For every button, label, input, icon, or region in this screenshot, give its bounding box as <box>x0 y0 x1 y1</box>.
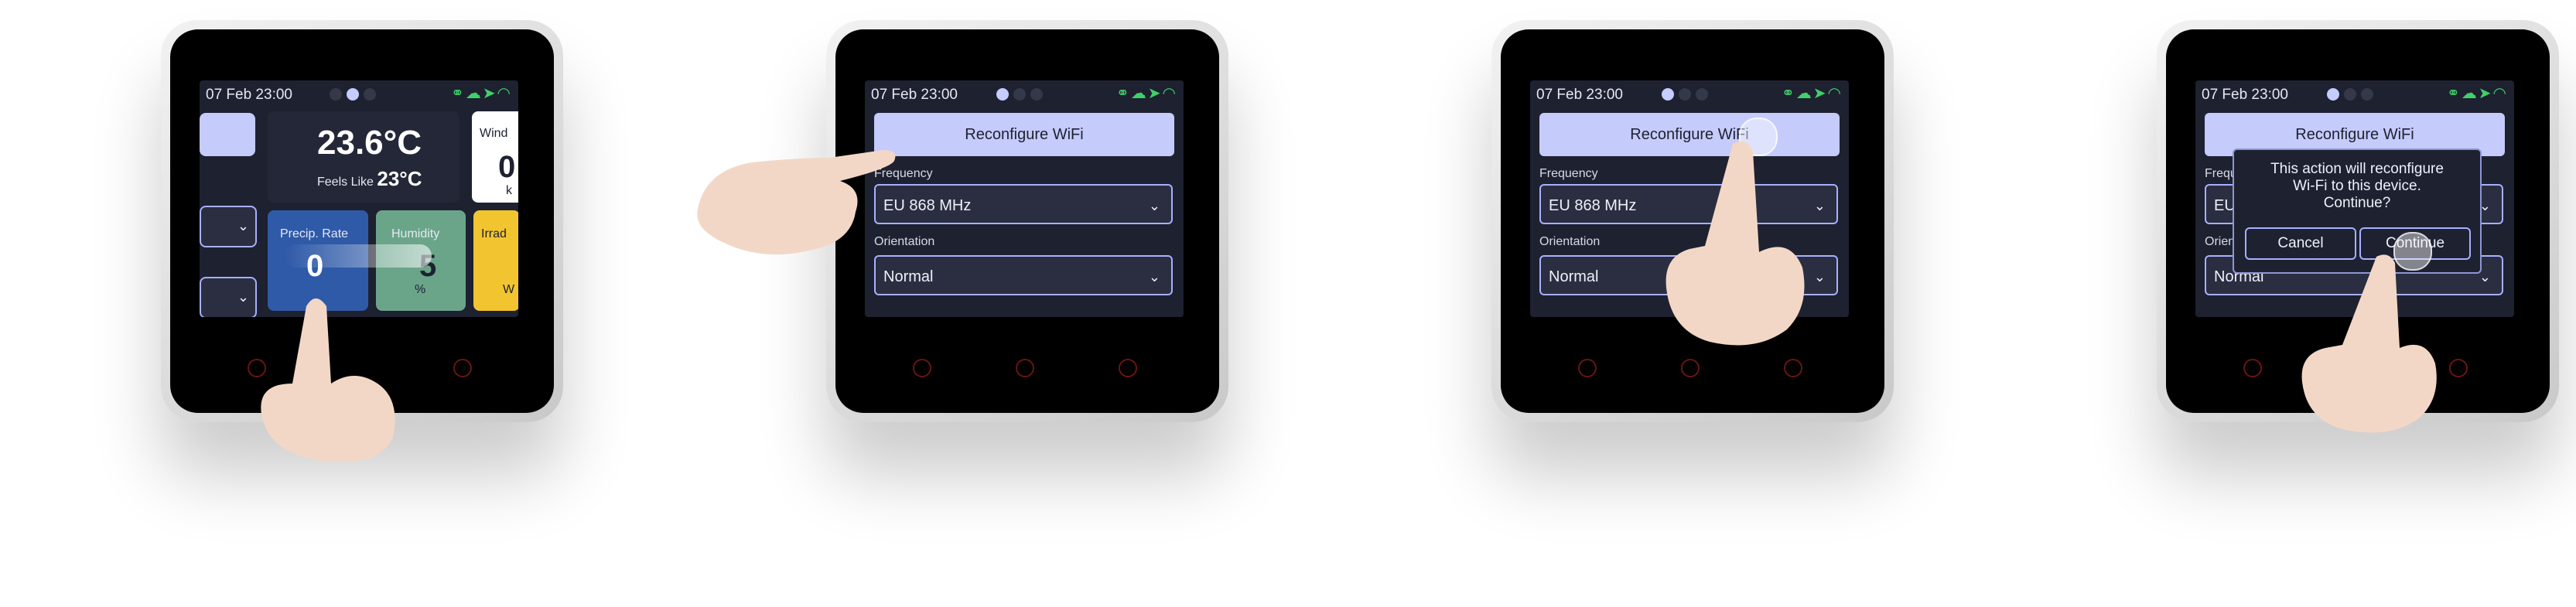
frequency-label: Frequency <box>1539 167 1598 180</box>
partial-select[interactable]: ⌄ <box>200 206 257 247</box>
page-dot[interactable] <box>1013 88 1026 101</box>
irradiance-unit: W <box>503 283 515 296</box>
page-dot[interactable] <box>330 88 342 101</box>
orientation-label: Orientation <box>1539 235 1601 248</box>
wifi-icon: ◠ <box>1162 85 1177 102</box>
feels-like-value: 23°C <box>377 167 422 190</box>
partial-button[interactable] <box>200 113 255 156</box>
cloud-upload-icon: ☁ <box>1130 85 1148 102</box>
led-row <box>826 359 1228 377</box>
status-time: 07 Feb 23:00 <box>1536 87 1623 103</box>
pointing-hand-icon <box>697 150 896 255</box>
page-dot-active[interactable] <box>996 88 1009 101</box>
link-icon: ⚭ <box>1116 85 1131 102</box>
location-arrow-icon: ➤ <box>1812 85 1828 102</box>
status-time: 07 Feb 23:00 <box>206 87 292 103</box>
led-indicator <box>2449 359 2468 377</box>
page-dot[interactable] <box>364 88 376 101</box>
chevron-down-icon: ⌄ <box>1148 198 1160 213</box>
chevron-down-icon: ⌄ <box>1148 269 1160 285</box>
wind-value: 0 <box>498 150 516 184</box>
wifi-icon: ◠ <box>2492 85 2508 102</box>
page-indicator <box>330 88 381 105</box>
chevron-down-icon: ⌄ <box>237 218 249 234</box>
frequency-value: EU 868 MHz <box>1549 197 1637 214</box>
page-dot[interactable] <box>2344 88 2356 101</box>
page-dot-active[interactable] <box>347 88 359 101</box>
led-indicator <box>1119 359 1137 377</box>
led-indicator <box>453 359 472 377</box>
page-dot[interactable] <box>1030 88 1043 101</box>
page-indicator <box>2327 88 2378 105</box>
page-dot-active[interactable] <box>1662 88 1674 101</box>
wifi-icon: ◠ <box>1827 85 1843 102</box>
status-bar: 07 Feb 23:00 ⚭☁➤◠ <box>865 80 1184 107</box>
irradiance-tile: Irrad W <box>473 210 518 311</box>
device-1: 07 Feb 23:00 ⚭☁➤◠ ⌄ ⌄ 23.6°C Feels Like … <box>161 20 563 461</box>
feels-like-label: Feels Like <box>317 176 374 189</box>
orientation-value: Normal <box>1549 268 1599 285</box>
status-bar: 07 Feb 23:00 ⚭☁➤◠ <box>1530 80 1849 107</box>
dialog-message: This action will reconfigure Wi-Fi to th… <box>2270 161 2444 211</box>
led-indicator <box>1681 359 1700 377</box>
irradiance-label: Irrad <box>481 227 507 240</box>
link-icon: ⚭ <box>451 85 466 102</box>
device-4: 07 Feb 23:00 ⚭☁➤◠ Reconfigure WiFi Frequ… <box>2157 20 2559 433</box>
temperature-value: 23.6°C <box>317 124 422 162</box>
cloud-upload-icon: ☁ <box>1795 85 1813 102</box>
pointing-hand-icon <box>1666 141 1805 346</box>
status-icons: ⚭☁➤◠ <box>451 84 512 103</box>
settings-screen: 07 Feb 23:00 ⚭☁➤◠ Reconfigure WiFi Frequ… <box>865 80 1184 317</box>
page-dot-active[interactable] <box>2327 88 2339 101</box>
cloud-upload-icon: ☁ <box>465 85 483 102</box>
cloud-upload-icon: ☁ <box>2461 85 2479 102</box>
status-time: 07 Feb 23:00 <box>871 87 958 103</box>
partial-select[interactable]: ⌄ <box>200 277 257 317</box>
location-arrow-icon: ➤ <box>1147 85 1163 102</box>
page-dot[interactable] <box>2361 88 2373 101</box>
status-bar: 07 Feb 23:00 ⚭☁➤◠ <box>2195 80 2514 107</box>
location-arrow-icon: ➤ <box>2478 85 2493 102</box>
led-indicator <box>1578 359 1597 377</box>
page-dot[interactable] <box>1696 88 1708 101</box>
humidity-label: Humidity <box>391 227 440 240</box>
precip-label: Precip. Rate <box>280 227 349 240</box>
swipe-trail <box>285 244 432 268</box>
led-row <box>1491 359 1894 377</box>
led-indicator <box>913 359 931 377</box>
wifi-icon: ◠ <box>497 85 512 102</box>
page-dot[interactable] <box>1679 88 1691 101</box>
page-indicator <box>1662 88 1713 105</box>
chevron-down-icon: ⌄ <box>237 289 249 305</box>
humidity-unit: % <box>415 283 426 296</box>
link-icon: ⚭ <box>1782 85 1796 102</box>
led-indicator <box>1784 359 1802 377</box>
led-indicator <box>1016 359 1034 377</box>
status-icons: ⚭☁➤◠ <box>1782 84 1843 103</box>
wind-label: Wind <box>480 127 508 140</box>
frequency-select[interactable]: EU 868 MHz ⌄ <box>874 184 1173 224</box>
orientation-select[interactable]: Normal ⌄ <box>874 255 1173 295</box>
led-indicator <box>2243 359 2262 377</box>
feels-like: Feels Like 23°C <box>317 167 422 191</box>
wind-unit: k <box>506 184 512 197</box>
reconfigure-wifi-button[interactable]: Reconfigure WiFi <box>874 113 1174 156</box>
location-arrow-icon: ➤ <box>482 85 497 102</box>
status-icons: ⚭☁➤◠ <box>1116 84 1177 103</box>
status-bar: 07 Feb 23:00 ⚭☁➤◠ <box>200 80 518 107</box>
pointing-hand-icon <box>2301 254 2437 433</box>
link-icon: ⚭ <box>2447 85 2462 102</box>
pointing-hand-icon <box>261 298 395 461</box>
status-time: 07 Feb 23:00 <box>2202 87 2288 103</box>
status-icons: ⚭☁➤◠ <box>2447 84 2508 103</box>
device-3: 07 Feb 23:00 ⚭☁➤◠ Reconfigure WiFi Frequ… <box>1491 20 1894 422</box>
page-indicator <box>996 88 1047 105</box>
wind-tile: Wind 0 k <box>472 111 518 203</box>
